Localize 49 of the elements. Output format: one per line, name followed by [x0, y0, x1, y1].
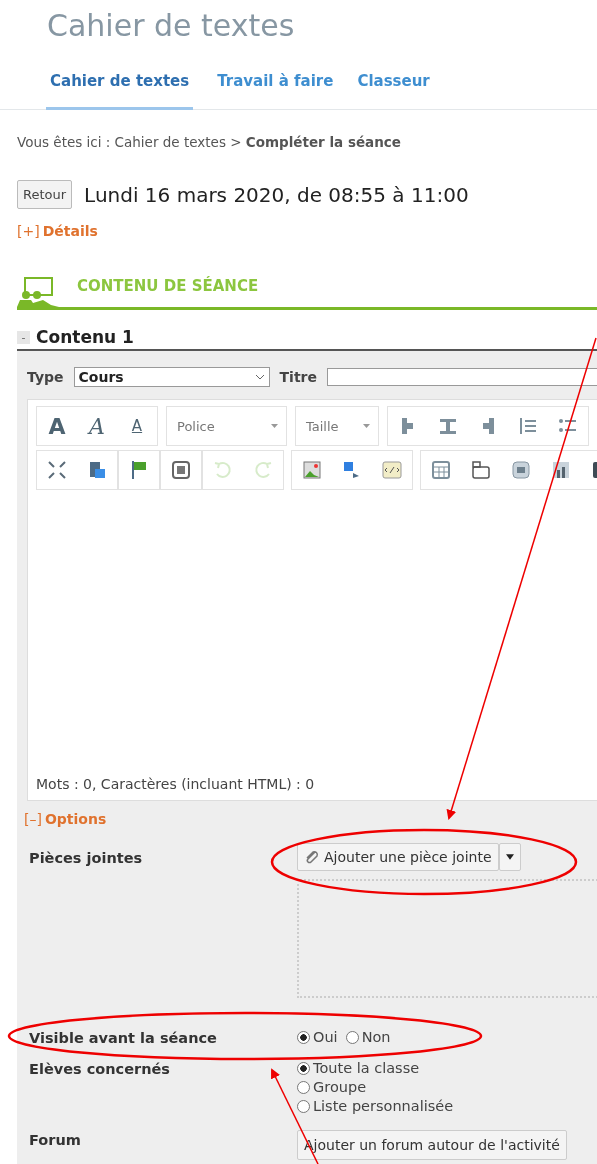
chevron-icon [254, 374, 265, 380]
dropdown-button[interactable] [498, 843, 521, 871]
page-title: Cahier de textes [46, 7, 296, 45]
add-attachment-button[interactable]: Ajouter une pièce jointe [297, 843, 499, 871]
section-title: CONTENU DE SÉANCE [77, 277, 259, 297]
session-date: Lundi 16 mars 2020, de 08:55 à 11:00 [84, 182, 469, 207]
numbered-list-icon [517, 415, 539, 437]
paperclip-icon [304, 849, 320, 865]
panel-title: Contenu 1 [36, 327, 134, 347]
type-select[interactable]: Cours [73, 367, 270, 387]
bold-button[interactable]: A [37, 408, 77, 444]
underline-button[interactable]: A [117, 408, 157, 444]
tab[interactable]: Cahier de textes [46, 72, 194, 110]
word-count: Mots : 0, Caractères (incluant HTML) : 0 [35, 776, 316, 794]
table-icon [430, 459, 452, 481]
title-field[interactable] [327, 368, 597, 386]
image-icon [301, 459, 323, 481]
redo-icon [252, 459, 274, 481]
breadcrumb: Vous êtes ici : Cahier de textes > Compléter la séance [17, 134, 402, 150]
title-label: Titre [279, 369, 317, 385]
caret-icon [505, 854, 514, 860]
radio-option[interactable]: Non [345, 1028, 391, 1047]
caret-icon [363, 424, 370, 428]
expand-toggle[interactable]: [+] [17, 223, 40, 239]
font-select[interactable]: Taille [296, 408, 378, 444]
radio-option[interactable]: Groupe [297, 1078, 454, 1097]
undo-icon [212, 459, 234, 481]
italic-button[interactable]: A [77, 408, 117, 444]
radio-option[interactable]: Toute la classe [297, 1059, 454, 1078]
block-icon [170, 459, 192, 481]
radio-option[interactable]: Oui [297, 1028, 338, 1047]
collapse-toggle[interactable]: - [17, 330, 30, 344]
caret-icon [271, 424, 278, 428]
tab[interactable]: Travail à faire [217, 72, 334, 107]
fullscreen-icon [46, 459, 68, 481]
forum-label: Forum [29, 1132, 81, 1148]
type-label: Type [27, 369, 64, 385]
code-icon [381, 459, 403, 481]
details-link[interactable]: Détails [42, 223, 98, 239]
tabs-icon [470, 459, 492, 481]
font-select[interactable]: Police [167, 408, 286, 444]
text-editor[interactable]: A A A Police Taille Mots : 0, Caractères (incluant HTML) : 0 [27, 399, 597, 801]
attachments-label: Pièces jointes [29, 850, 143, 866]
radio-option[interactable]: Liste personnalisée [297, 1097, 454, 1116]
widget-icon [510, 459, 532, 481]
visible-label: Visible avant la séance [29, 1030, 217, 1046]
tab[interactable]: Classeur [357, 72, 430, 107]
back-button[interactable]: Retour [17, 180, 73, 209]
students-label: Elèves concernés [29, 1061, 170, 1077]
